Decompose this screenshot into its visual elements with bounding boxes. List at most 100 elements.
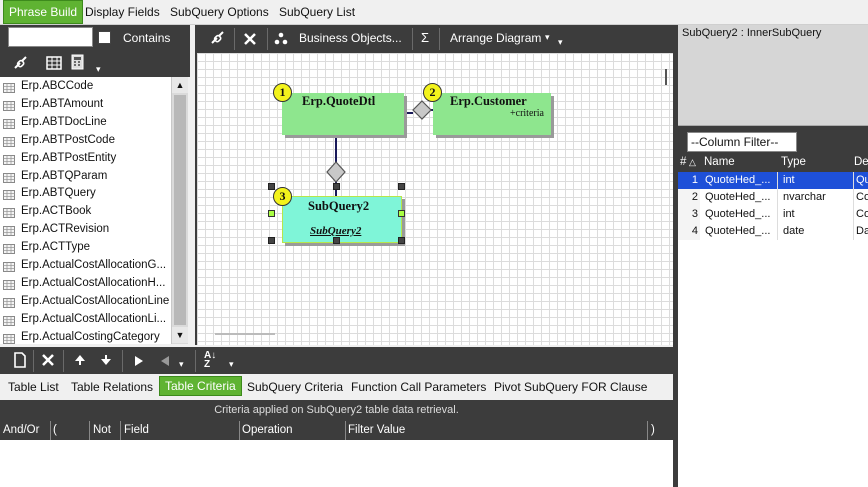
- table-icon: [3, 296, 15, 308]
- sigma-button[interactable]: Σ: [421, 30, 429, 45]
- move-down-icon[interactable]: [100, 354, 112, 366]
- tab-function-call-parameters[interactable]: Function Call Parameters: [351, 380, 486, 394]
- resize-handle[interactable]: [398, 237, 405, 244]
- chevron-down-icon[interactable]: ▾: [229, 359, 234, 370]
- table-list-item-label: Erp.ActualCostAllocationG...: [21, 259, 167, 271]
- resize-handle[interactable]: [398, 210, 405, 217]
- tab-table-list[interactable]: Table List: [8, 380, 59, 394]
- table-list-item[interactable]: Erp.ABTPostCode: [0, 131, 171, 149]
- table-list-item[interactable]: Erp.ActualCostAllocationLi...: [0, 310, 171, 328]
- grid-view-icon[interactable]: [46, 56, 62, 70]
- table-list-item[interactable]: Erp.ABCCode: [0, 77, 171, 95]
- query-diagram-canvas[interactable]: Erp.QuoteDtl 1 Erp.Customer +criteria 2 …: [195, 53, 673, 345]
- subquery-node[interactable]: SubQuery2 SubQuery2: [282, 196, 402, 243]
- column-row-number: 3: [678, 206, 700, 223]
- column-header-name[interactable]: Name: [704, 156, 735, 168]
- column-header-not[interactable]: Not: [93, 424, 111, 436]
- columns-grid[interactable]: 1 QuoteHed_... int Qu 2 QuoteHed_... nvarchar C…: [678, 172, 868, 487]
- column-header-filter-value[interactable]: Filter Value: [348, 424, 405, 436]
- chevron-down-icon[interactable]: ▾: [96, 64, 101, 75]
- table-node-customer[interactable]: Erp.Customer +criteria: [433, 93, 551, 135]
- column-row-type: nvarchar: [778, 189, 854, 206]
- table-list-item[interactable]: Erp.ABTDocLine: [0, 113, 171, 131]
- criteria-toolbar: ▾ A↓ Z ▾: [0, 347, 673, 374]
- move-up-icon[interactable]: [74, 354, 86, 366]
- column-header-description[interactable]: De: [854, 156, 868, 168]
- new-document-icon[interactable]: [13, 352, 27, 368]
- table-list-item[interactable]: Erp.ABTQParam: [0, 167, 171, 185]
- column-header-num[interactable]: #: [680, 156, 686, 168]
- subquery-info-panel: [678, 25, 868, 126]
- table-list[interactable]: Erp.ABCCode Erp.ABTAmount Erp.ABTDocLine Er…: [0, 77, 171, 344]
- criteria-grid-body[interactable]: [0, 440, 673, 487]
- table-list-item[interactable]: Erp.ABTQuery: [0, 184, 171, 202]
- link-icon[interactable]: [209, 31, 227, 47]
- table-list-item[interactable]: Erp.ActualCostingCategory: [0, 328, 171, 344]
- contains-label: Contains: [123, 31, 171, 45]
- columns-grid-header: # △ Name Type De: [678, 154, 868, 172]
- scroll-up-icon[interactable]: ▲: [172, 77, 188, 93]
- move-left-icon[interactable]: [160, 355, 170, 367]
- column-row[interactable]: 3 QuoteHed_... int Co: [678, 206, 868, 223]
- table-list-item-label: Erp.ABTPostEntity: [21, 151, 117, 164]
- column-header-andor[interactable]: And/Or: [3, 424, 39, 436]
- table-list-item[interactable]: Erp.ACTType: [0, 238, 171, 256]
- chevron-down-icon[interactable]: ▾: [558, 37, 563, 48]
- table-list-item-label: Erp.ABTDocLine: [21, 115, 107, 128]
- table-list-item[interactable]: Erp.ActualCostAllocationG...: [0, 256, 171, 274]
- resize-handle[interactable]: [268, 210, 275, 217]
- scroll-thumb[interactable]: [174, 95, 186, 325]
- resize-handle[interactable]: [333, 237, 340, 244]
- delete-icon[interactable]: [41, 353, 55, 367]
- resize-handle[interactable]: [398, 183, 405, 190]
- contains-checkbox[interactable]: [98, 31, 111, 44]
- column-filter-input[interactable]: --Column Filter--: [687, 132, 797, 152]
- sort-az-icon[interactable]: A↓ Z: [204, 351, 216, 370]
- business-objects-button[interactable]: Business Objects...: [299, 31, 402, 45]
- arrange-dropdown-icon[interactable]: ▾: [545, 32, 550, 43]
- table-list-item[interactable]: Erp.ActualCostAllocationLine: [0, 292, 171, 310]
- table-list-item[interactable]: Erp.ABTPostEntity: [0, 149, 171, 167]
- table-list-item[interactable]: Erp.ActualCostAllocationH...: [0, 274, 171, 292]
- resize-handle[interactable]: [268, 183, 275, 190]
- tab-table-relations[interactable]: Table Relations: [71, 380, 153, 394]
- column-header-operation[interactable]: Operation: [242, 424, 293, 436]
- table-list-item-label: Erp.ABTAmount: [21, 97, 104, 110]
- subquery-link[interactable]: SubQuery2: [310, 225, 361, 237]
- table-list-item[interactable]: Erp.ACTBook: [0, 202, 171, 220]
- tab-table-criteria[interactable]: Table Criteria: [159, 376, 242, 396]
- tab-subquery-options[interactable]: SubQuery Options: [170, 0, 269, 24]
- link-icon[interactable]: [12, 56, 30, 72]
- tab-pivot-subquery-for-clause[interactable]: Pivot SubQuery FOR Clause: [494, 380, 647, 394]
- column-header-close-paren[interactable]: ): [651, 424, 655, 436]
- tab-subquery-list[interactable]: SubQuery List: [279, 0, 355, 24]
- table-search-input[interactable]: [8, 27, 93, 47]
- table-number-badge: 3: [273, 187, 292, 206]
- tab-display-fields[interactable]: Display Fields: [85, 0, 160, 24]
- column-header-open-paren[interactable]: (: [53, 424, 57, 436]
- resize-handle[interactable]: [333, 183, 340, 190]
- table-node-quotedtl[interactable]: Erp.QuoteDtl: [282, 93, 404, 135]
- column-row[interactable]: 2 QuoteHed_... nvarchar Co: [678, 189, 868, 206]
- column-row-name: QuoteHed_...: [700, 189, 778, 206]
- close-icon[interactable]: [243, 32, 257, 46]
- table-list-item[interactable]: Erp.ACTRevision: [0, 220, 171, 238]
- resize-handle[interactable]: [268, 237, 275, 244]
- column-header-type[interactable]: Type: [781, 156, 806, 168]
- move-right-icon[interactable]: [134, 355, 144, 367]
- tab-subquery-criteria[interactable]: SubQuery Criteria: [247, 380, 343, 394]
- calculator-icon[interactable]: [70, 54, 86, 70]
- scroll-down-icon[interactable]: ▼: [172, 327, 188, 343]
- column-row[interactable]: 1 QuoteHed_... int Qu: [678, 172, 868, 189]
- table-list-scrollbar[interactable]: ▲ ▼: [171, 77, 188, 344]
- chevron-down-icon[interactable]: ▾: [179, 359, 184, 370]
- column-row[interactable]: 4 QuoteHed_... date Da: [678, 223, 868, 240]
- tab-phrase-build[interactable]: Phrase Build: [3, 0, 84, 24]
- column-header-field[interactable]: Field: [124, 424, 149, 436]
- business-objects-icon[interactable]: [274, 32, 288, 46]
- table-icon: [3, 135, 15, 147]
- table-list-item[interactable]: Erp.ABTAmount: [0, 95, 171, 113]
- table-node-title: Erp.QuoteDtl: [302, 94, 376, 108]
- arrange-diagram-button[interactable]: Arrange Diagram: [450, 31, 541, 45]
- column-row-name: QuoteHed_...: [700, 206, 778, 223]
